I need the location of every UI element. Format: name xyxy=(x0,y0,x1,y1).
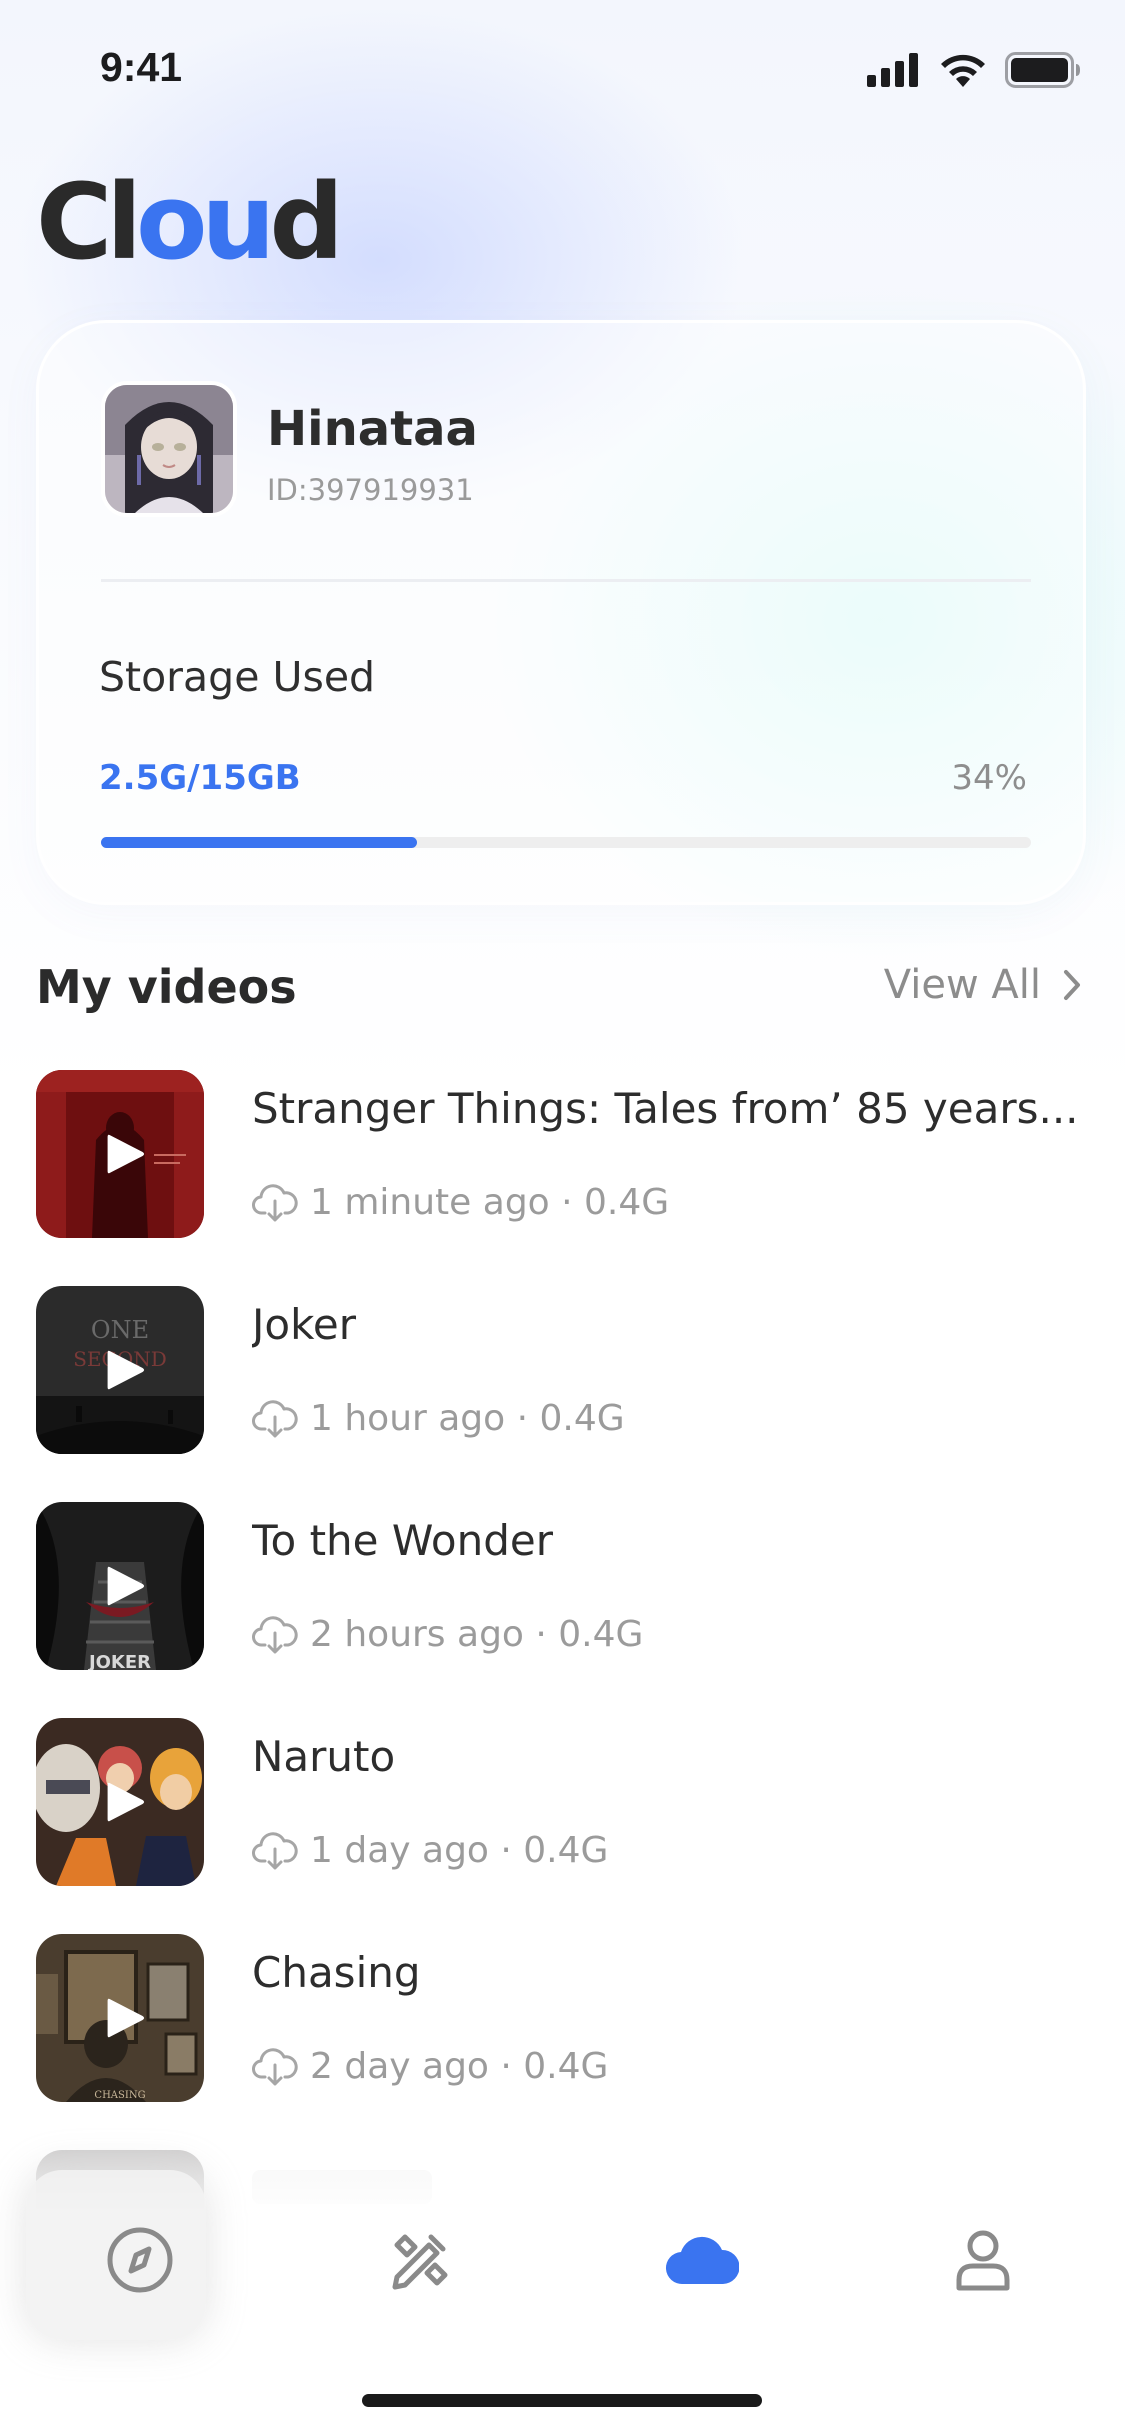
cloud-download-icon xyxy=(252,1399,298,1437)
video-title: To the Wonder xyxy=(252,1516,553,1565)
video-title: Naruto xyxy=(252,1732,396,1781)
avatar[interactable] xyxy=(101,381,237,517)
tab-tools[interactable] xyxy=(380,2220,460,2300)
video-meta: 2 hours ago · 0.4G xyxy=(252,1614,643,1655)
video-meta-text: 2 day ago · 0.4G xyxy=(310,2046,609,2087)
video-meta: 1 minute ago · 0.4G xyxy=(252,1182,669,1223)
storage-progress-track xyxy=(101,837,1031,848)
video-list-item[interactable]: Naruto 1 day ago · 0.4G xyxy=(36,1718,1096,1934)
compass-icon xyxy=(107,2227,173,2293)
video-meta-text: 1 minute ago · 0.4G xyxy=(310,1182,670,1223)
play-icon xyxy=(107,1350,145,1390)
video-title: Chasing xyxy=(252,1948,421,1997)
tab-discover[interactable] xyxy=(100,2220,180,2300)
view-all-link[interactable]: View All xyxy=(884,962,1081,1008)
storage-label: Storage Used xyxy=(99,653,376,701)
profile-card: Hinataa ID:397919931 Storage Used 2.5G/1… xyxy=(36,320,1086,905)
video-list-item[interactable]: Stranger Things: Tales from’ 85 years...… xyxy=(36,1070,1096,1286)
cellular-signal-icon xyxy=(867,53,918,87)
play-icon xyxy=(107,1782,145,1822)
video-list: Stranger Things: Tales from’ 85 years...… xyxy=(36,1070,1096,2150)
home-indicator xyxy=(362,2394,762,2407)
storage-percent: 34% xyxy=(951,758,1027,798)
video-meta-text: 1 hour ago · 0.4G xyxy=(310,1398,625,1439)
avatar-image xyxy=(105,385,233,513)
app-title: Cloud xyxy=(36,161,344,283)
video-title: Stranger Things: Tales from’ 85 years... xyxy=(252,1084,1079,1133)
video-title: Joker xyxy=(252,1300,357,1349)
cloud-icon xyxy=(666,2236,739,2285)
video-thumbnail[interactable]: JOKER xyxy=(36,1502,204,1670)
wifi-icon xyxy=(941,54,985,87)
video-list-item[interactable]: ONE SECOND Joker 1 hour ago · 0.4G xyxy=(36,1286,1096,1502)
storage-used-value: 2.5G/15GB xyxy=(99,758,301,798)
cloud-download-icon xyxy=(252,2047,298,2085)
video-meta: 1 day ago · 0.4G xyxy=(252,1830,608,1871)
cloud-download-icon xyxy=(252,1615,298,1653)
cloud-download-icon xyxy=(252,1183,298,1221)
video-thumbnail[interactable]: ONE SECOND xyxy=(36,1286,204,1454)
status-icons xyxy=(867,52,1081,88)
video-meta-text: 1 day ago · 0.4G xyxy=(310,1830,609,1871)
play-icon xyxy=(107,1998,145,2038)
user-icon xyxy=(956,2230,1010,2291)
battery-icon xyxy=(1005,52,1080,88)
view-all-label: View All xyxy=(883,962,1041,1008)
play-icon xyxy=(107,1134,145,1174)
storage-progress-fill xyxy=(101,837,418,848)
video-meta: 1 hour ago · 0.4G xyxy=(252,1398,625,1439)
status-time: 9:41 xyxy=(100,44,183,90)
svg-text:CHASING: CHASING xyxy=(94,2090,145,2101)
video-meta: 2 day ago · 0.4G xyxy=(252,2046,608,2087)
play-icon xyxy=(107,1566,145,1606)
video-meta-text: 2 hours ago · 0.4G xyxy=(310,1614,644,1655)
cloud-download-icon xyxy=(252,1831,298,1869)
section-title: My videos xyxy=(36,960,297,1014)
tab-profile[interactable] xyxy=(943,2220,1023,2300)
tools-icon xyxy=(392,2234,448,2290)
video-thumbnail[interactable]: CHASING xyxy=(36,1934,204,2102)
user-name: Hinataa xyxy=(267,401,478,457)
user-id: ID:397919931 xyxy=(267,473,474,507)
card-divider xyxy=(101,579,1031,582)
video-thumbnail[interactable] xyxy=(36,1718,204,1886)
chevron-right-icon xyxy=(1064,970,1080,1000)
video-list-item[interactable]: CHASING Chasing 2 day ago · 0.4G xyxy=(36,1934,1096,2150)
status-bar: 9:41 xyxy=(0,0,1125,140)
tab-cloud[interactable] xyxy=(662,2220,742,2300)
video-list-item[interactable]: JOKER To the Wonder 2 hours ago · 0.4G xyxy=(36,1502,1096,1718)
video-thumbnail[interactable] xyxy=(36,1070,204,1238)
svg-text:ONE: ONE xyxy=(91,1316,149,1344)
svg-text:JOKER: JOKER xyxy=(87,1652,151,1670)
